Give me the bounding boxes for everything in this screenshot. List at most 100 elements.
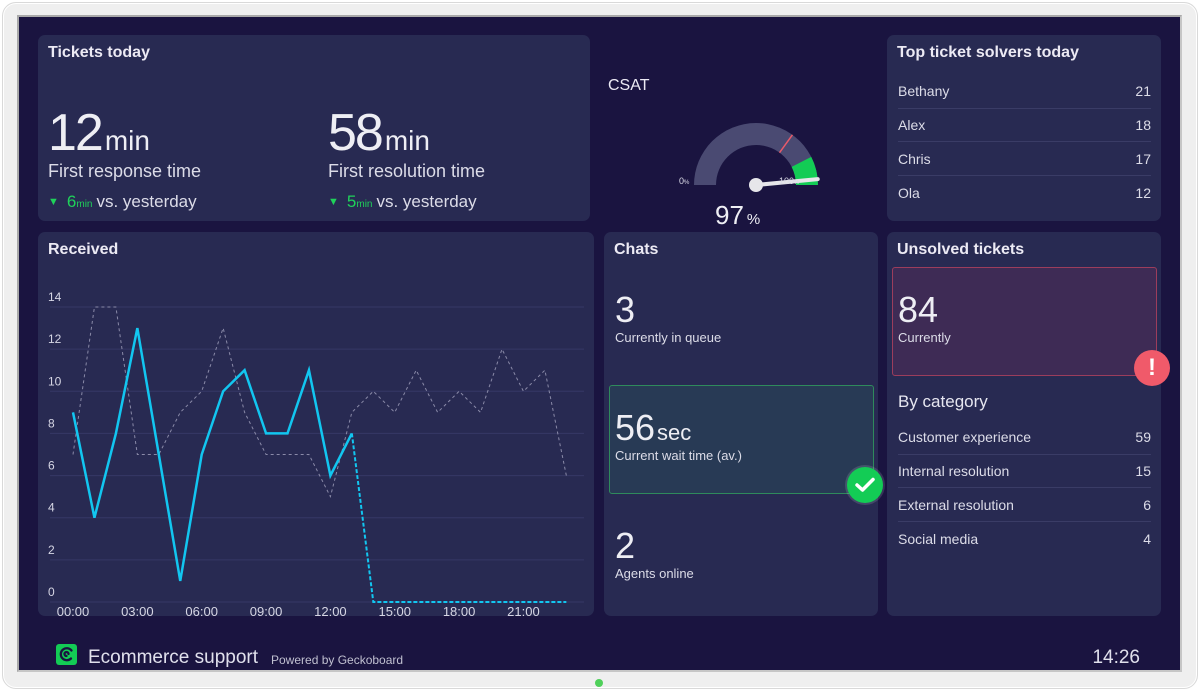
stat-label: Current wait time (av.) <box>615 448 742 463</box>
delta-value: 6 <box>66 192 77 211</box>
arrow-down-icon: ▼ <box>328 196 339 208</box>
csat-value: 97% <box>715 200 761 230</box>
series-yesterday-line <box>72 306 567 499</box>
y-tick-label: 4 <box>48 501 55 515</box>
x-tick-label: 06:00 <box>185 604 218 616</box>
stat-label: Currently in queue <box>615 330 722 345</box>
delta-text: vs. yesterday <box>96 192 197 211</box>
metric-delta: ▼ 5 min vs. yesterday <box>328 192 485 212</box>
list-item: Bethany 21 <box>898 75 1151 109</box>
stat-label: Currently <box>898 330 951 345</box>
top-solvers-widget: Top ticket solvers today Bethany 21 Alex 18… <box>887 35 1161 221</box>
geckoboard-logo-icon <box>56 644 77 665</box>
unsolved-current-stat: 84 Currently <box>898 289 951 346</box>
list-item: Chris 17 <box>898 142 1151 177</box>
list-item-count: 59 <box>1135 429 1151 446</box>
delta-unit: min <box>76 199 93 210</box>
y-tick-label: 14 <box>48 290 62 304</box>
list-item: External resolution 6 <box>898 488 1151 523</box>
gauge-needle-hub <box>749 178 763 192</box>
csat-gauge <box>694 123 820 192</box>
x-tick-label: 18:00 <box>443 604 476 616</box>
dashboard-title: Ecommerce support <box>88 647 259 668</box>
list-item-name: Alex <box>898 117 926 134</box>
stat-value: 56 <box>615 407 656 448</box>
x-tick-label: 15:00 <box>378 604 411 616</box>
stat-unit: sec <box>657 420 692 445</box>
first-response-metric: 12 min First response time ▼ 6 min vs. ye… <box>48 107 201 212</box>
received-line-chart: 0 2 4 6 8 10 12 14 00:00 03:00 06:00 09:00 12:00 15:0… <box>48 290 584 616</box>
queue-stat: 3 Currently in queue <box>615 289 722 346</box>
delta-text: vs. yesterday <box>376 192 477 211</box>
delta-value: 5 <box>346 192 357 211</box>
x-tick-label: 00:00 <box>57 604 90 616</box>
list-item-name: External resolution <box>898 496 1014 513</box>
metric-unit: min <box>384 125 430 156</box>
first-resolution-metric: 58 min First resolution time ▼ 5 min vs. … <box>328 107 485 212</box>
widget-title: Chats <box>614 241 659 258</box>
solvers-list: Bethany 21 Alex 18 Chris 17 Ola 12 <box>898 75 1151 210</box>
list-item: Customer experience 59 <box>898 421 1151 455</box>
x-tick-label: 03:00 <box>121 604 154 616</box>
list-item-name: Customer experience <box>898 429 1032 446</box>
list-item-count: 17 <box>1135 150 1151 167</box>
widget-title: Top ticket solvers today <box>897 44 1079 61</box>
stat-value: 2 <box>615 525 636 566</box>
check-icon <box>847 467 883 503</box>
powered-by-label: Powered by Geckoboard <box>271 653 404 667</box>
list-item: Ola 12 <box>898 176 1151 210</box>
stat-value: 3 <box>615 289 636 330</box>
list-item-count: 15 <box>1135 463 1151 480</box>
y-tick-label: 10 <box>48 374 62 388</box>
list-item-name: Bethany <box>898 83 950 100</box>
metric-delta: ▼ 6 min vs. yesterday <box>48 192 201 212</box>
widget-title: Unsolved tickets <box>897 241 1025 258</box>
list-item-name: Social media <box>898 530 979 547</box>
metric-label: First resolution time <box>328 161 486 181</box>
received-chart-widget: Received 0 2 4 6 8 10 12 14 00:00 03:00 06:00 09:00… <box>38 232 594 616</box>
list-item-name: Ola <box>898 184 920 201</box>
series-today-line <box>71 327 353 582</box>
chats-widget: Chats 3 Currently in queue 56sec Current… <box>604 232 883 616</box>
list-item: Social media 4 <box>898 522 1151 556</box>
unsolved-tickets-widget: Unsolved tickets 84 Currently ! By categ… <box>887 232 1170 616</box>
metric-unit: min <box>104 125 150 156</box>
list-item-count: 18 <box>1135 117 1151 134</box>
list-item-count: 21 <box>1135 83 1151 100</box>
x-tick-label: 12:00 <box>314 604 347 616</box>
csat-title: CSAT <box>608 77 650 94</box>
y-tick-label: 0 <box>48 585 55 599</box>
list-item-name: Chris <box>898 150 931 167</box>
tickets-today-widget: Tickets today 12 min First response time … <box>38 35 590 221</box>
wait-time-stat: 56sec Current wait time (av.) <box>615 407 742 464</box>
gauge-min-label: 0% <box>679 176 690 186</box>
list-item: Alex 18 <box>898 109 1151 143</box>
power-indicator-icon <box>595 679 603 687</box>
category-list: Customer experience 59 Internal resolution… <box>898 421 1151 556</box>
list-item-count: 12 <box>1135 184 1151 201</box>
alert-exclamation-icon: ! <box>1134 350 1170 386</box>
y-tick-label: 8 <box>48 416 55 430</box>
arrow-down-icon: ▼ <box>48 196 59 208</box>
x-tick-label: 09:00 <box>250 604 283 616</box>
list-item-name: Internal resolution <box>898 463 1010 480</box>
metric-value: 12 <box>48 104 104 162</box>
metric-value: 58 <box>328 104 384 162</box>
by-category-heading: By category <box>898 392 988 411</box>
y-tick-label: 12 <box>48 332 62 346</box>
agents-stat: 2 Agents online <box>615 525 694 582</box>
dashboard-screen: Tickets today 12 min First response time … <box>17 15 1182 672</box>
metric-label: First response time <box>48 161 202 181</box>
clock: 14:26 <box>1092 647 1140 668</box>
gauge-max-label: 100% <box>779 176 800 186</box>
y-tick-label: 6 <box>48 459 55 473</box>
y-tick-label: 2 <box>48 543 55 557</box>
list-item: Internal resolution 15 <box>898 455 1151 489</box>
stat-label: Agents online <box>615 566 694 581</box>
delta-unit: min <box>356 199 373 210</box>
list-item-count: 6 <box>1143 496 1151 513</box>
stat-value: 84 <box>898 289 939 330</box>
widget-title: Tickets today <box>48 44 150 61</box>
list-item-count: 4 <box>1143 530 1151 547</box>
x-tick-label: 21:00 <box>507 604 540 616</box>
